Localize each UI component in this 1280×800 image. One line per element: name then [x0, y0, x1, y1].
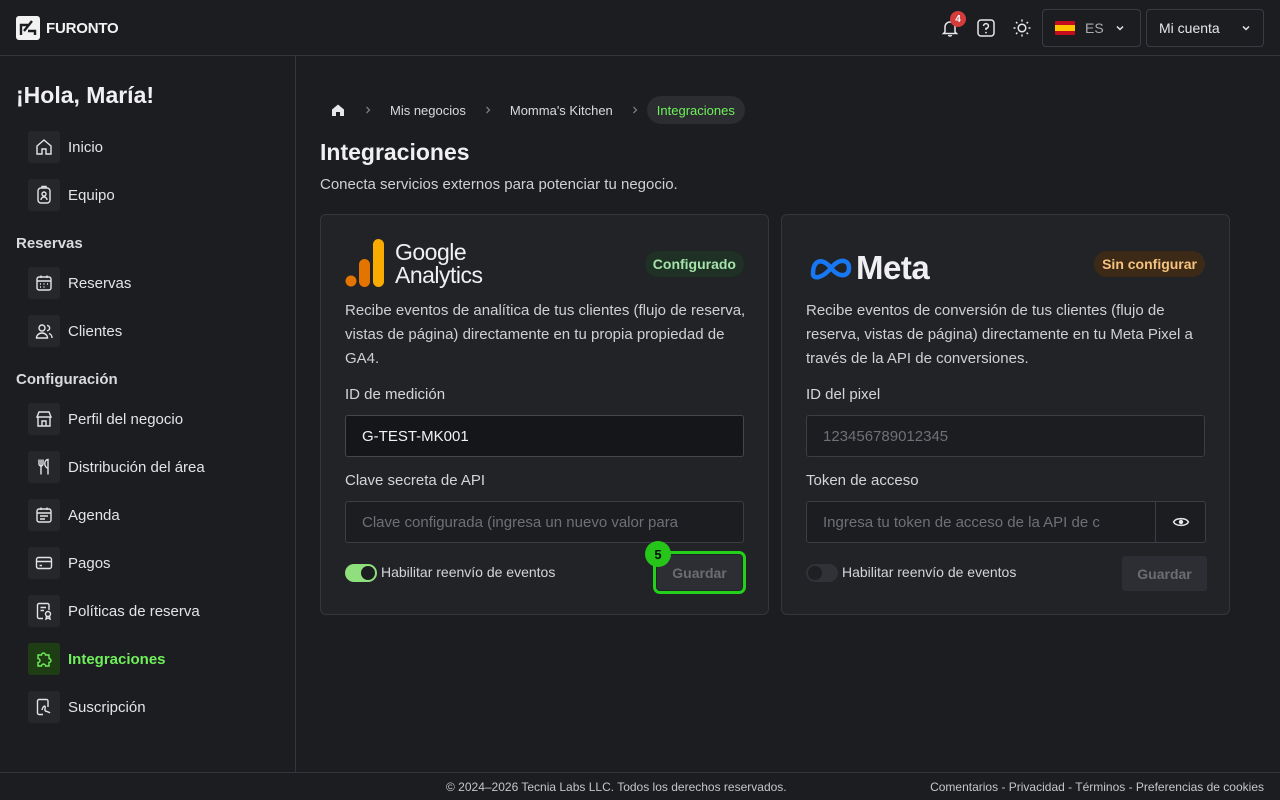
sidebar-item-distribucion[interactable]: Distribución del área [28, 451, 205, 483]
meta-toggle-label: Habilitar reenvío de eventos [842, 564, 1017, 580]
chevron-down-icon [1116, 25, 1124, 31]
api-secret-input[interactable]: Clave configurada (ingresa un nuevo valo… [345, 501, 744, 543]
policy-icon [28, 595, 60, 627]
copyright: © 2024–2026 Tecnia Labs LLC. Todos los d… [446, 780, 787, 794]
pixel-id-label: ID del pixel [806, 386, 881, 403]
measurement-id-label: ID de medición [345, 386, 446, 403]
users-icon [28, 315, 60, 347]
greeting: ¡Hola, María! [16, 82, 155, 108]
logo-google-text: Google [395, 239, 467, 265]
spain-flag-icon [1055, 21, 1075, 35]
footer-links[interactable]: Comentarios - Privacidad - Términos - Pr… [930, 780, 1264, 794]
home-icon [332, 104, 344, 116]
footer: © 2024–2026 Tecnia Labs LLC. Todos los d… [0, 772, 1280, 800]
sidebar-item-label: Reservas [68, 274, 132, 292]
brand-mark-icon [16, 16, 40, 40]
breadcrumb-current: Integraciones [646, 96, 745, 124]
sidebar-item-inicio[interactable]: Inicio [28, 131, 103, 163]
account-label: Mi cuenta [1159, 20, 1220, 36]
id-badge-icon [28, 179, 60, 211]
notification-badge: 4 [950, 11, 966, 27]
brand-name: FURONTO [46, 19, 119, 37]
sidebar-item-label: Suscripción [68, 698, 146, 716]
logo-analytics-text: Analytics [395, 262, 483, 288]
status-badge: Configurado [644, 251, 744, 277]
pixel-id-input[interactable]: 123456789012345 [806, 415, 1205, 457]
google-analytics-logo: Google Analytics [345, 239, 483, 287]
sidebar-item-equipo[interactable]: Equipo [28, 179, 115, 211]
breadcrumb-home[interactable] [320, 96, 356, 124]
api-secret-label: Clave secreta de API [345, 472, 486, 489]
card-icon [28, 547, 60, 579]
top-bar: FURONTO 4 ES Mi cuenta [0, 0, 1280, 56]
sidebar-item-label: Integraciones [68, 650, 166, 668]
sidebar-item-clientes[interactable]: Clientes [28, 315, 122, 347]
sidebar-item-label: Pagos [68, 554, 111, 572]
sidebar-item-label: Equipo [68, 186, 115, 204]
sidebar-item-perfil[interactable]: Perfil del negocio [28, 403, 183, 435]
meta-logo: Meta [810, 249, 930, 287]
sidebar-item-reservas[interactable]: Reservas [28, 267, 131, 299]
home-icon [28, 131, 60, 163]
chevron-right-icon [356, 105, 380, 115]
meta-description: Recibe eventos de conversión de tus clie… [806, 302, 1193, 367]
eye-icon [1172, 517, 1189, 527]
sidebar-item-agenda[interactable]: Agenda [28, 499, 120, 531]
sidebar-item-label: Perfil del negocio [68, 410, 184, 428]
meta-card: Meta Sin configurar Recibe eventos de co… [781, 214, 1230, 615]
section-label-reservas: Reservas [16, 235, 83, 252]
status-badge: Sin configurar [1094, 251, 1205, 277]
meta-infinity-icon [810, 258, 852, 280]
chevron-right-icon [476, 105, 500, 115]
page-subtitle: Conecta servicios externos para potencia… [320, 176, 678, 193]
brand-logo[interactable]: FURONTO [16, 16, 119, 40]
sidebar-item-label: Agenda [68, 506, 120, 524]
chevron-down-icon [1242, 25, 1250, 31]
breadcrumb-mis-negocios[interactable]: Mis negocios [380, 96, 476, 124]
sidebar-item-pagos[interactable]: Pagos [28, 547, 111, 579]
sidebar-item-integraciones[interactable]: Integraciones [28, 643, 166, 675]
language-code: ES [1085, 20, 1104, 36]
analytics-bars-icon [345, 239, 384, 287]
sidebar-item-label: Clientes [68, 322, 123, 340]
measurement-id-input[interactable]: G-TEST-MK001 [345, 415, 744, 457]
show-token-button[interactable] [1156, 501, 1206, 543]
google-event-forwarding-toggle[interactable] [345, 564, 377, 582]
sidebar-item-politicas[interactable]: Políticas de reserva [28, 595, 200, 627]
access-token-input[interactable]: Ingresa tu token de acceso de la API de … [806, 501, 1156, 543]
meta-logo-text: Meta [856, 249, 930, 286]
help-icon[interactable] [974, 16, 998, 40]
chevron-right-icon [623, 105, 647, 115]
calendar-icon [28, 267, 60, 299]
section-label-configuracion: Configuración [16, 371, 118, 388]
puzzle-icon [28, 643, 60, 675]
store-icon [28, 403, 60, 435]
subscription-icon [28, 691, 60, 723]
language-selector[interactable]: ES [1042, 9, 1141, 47]
breadcrumb-business[interactable]: Momma's Kitchen [500, 96, 623, 124]
sidebar: ¡Hola, María! Inicio Equipo Reservas Res… [0, 56, 296, 772]
access-token-label: Token de acceso [806, 472, 919, 489]
sidebar-item-suscripcion[interactable]: Suscripción [28, 691, 146, 723]
account-menu-button[interactable]: Mi cuenta [1146, 9, 1264, 47]
sidebar-item-label: Inicio [68, 138, 104, 156]
sidebar-item-label: Distribución del área [68, 458, 205, 476]
breadcrumb: Mis negocios Momma's Kitchen Integracion… [320, 96, 745, 124]
utensils-icon [28, 451, 60, 483]
meta-event-forwarding-toggle[interactable] [806, 564, 838, 582]
google-toggle-label: Habilitar reenvío de eventos [381, 564, 556, 580]
google-save-button[interactable]: Guardar [653, 551, 746, 594]
sidebar-item-label: Políticas de reserva [68, 602, 200, 620]
google-description: Recibe eventos de analítica de tus clien… [345, 302, 746, 367]
schedule-icon [28, 499, 60, 531]
step-marker: 5 [645, 541, 671, 567]
page-title: Integraciones [320, 139, 470, 165]
sun-icon[interactable] [1010, 16, 1034, 40]
meta-save-button[interactable]: Guardar [1122, 556, 1207, 591]
google-analytics-card: Google Analytics Configurado Recibe even… [320, 214, 769, 615]
